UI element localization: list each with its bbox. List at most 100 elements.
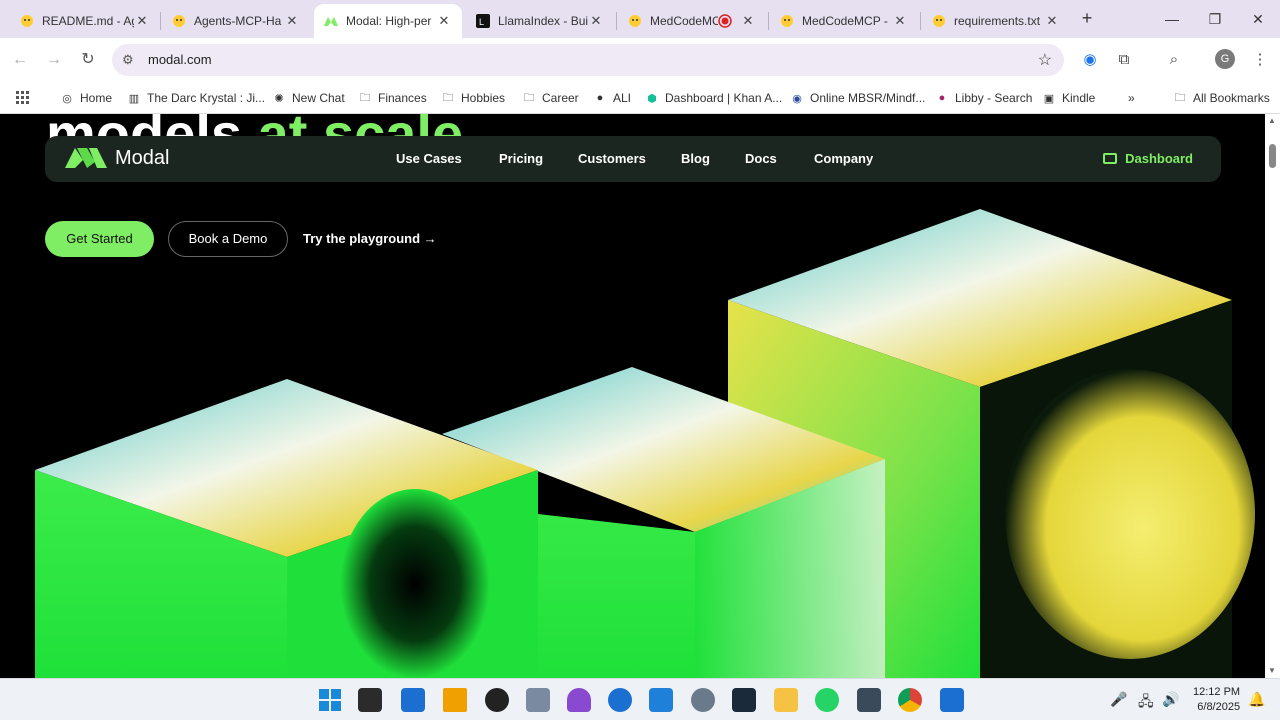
more-bookmarks-chevron-icon[interactable]: »: [1128, 88, 1135, 108]
tab-search-icon[interactable]: ⌕: [1162, 48, 1186, 72]
bookmark-ali[interactable]: ● ALI: [593, 88, 631, 108]
close-icon[interactable]: ✕: [1044, 13, 1060, 29]
nav-pricing[interactable]: Pricing: [499, 151, 543, 166]
nav-use-cases[interactable]: Use Cases: [396, 151, 462, 166]
system-clock[interactable]: 12:12 PM 6/8/2025: [1193, 685, 1240, 715]
modal-logo[interactable]: Modal: [65, 146, 169, 170]
tab-medcodemcp[interactable]: MedCodeMCP - ✕: [770, 4, 918, 38]
nav-customers[interactable]: Customers: [578, 151, 646, 166]
bookmark-folder-finances[interactable]: 🗀 Finances: [358, 88, 427, 108]
tab-requirements[interactable]: requirements.txt ✕: [922, 4, 1070, 38]
bookmark-folder-hobbies[interactable]: 🗀 Hobbies: [441, 88, 506, 108]
tab-agents-mcp[interactable]: Agents-MCP-Ha ✕: [162, 4, 310, 38]
close-icon[interactable]: ✕: [892, 13, 908, 29]
scroll-down-icon[interactable]: ▼: [1268, 666, 1276, 675]
bookmark-khan-academy[interactable]: ⬢ Dashboard | Khan A...: [645, 88, 782, 108]
microphone-icon[interactable]: 🎤: [1110, 691, 1127, 708]
task-view-icon[interactable]: [358, 688, 382, 712]
chrome-icon[interactable]: [898, 688, 922, 712]
notepad-icon[interactable]: [940, 688, 964, 712]
extensions-icon[interactable]: ⧉: [1112, 48, 1136, 72]
menu-kebab-icon[interactable]: ⋮: [1248, 48, 1272, 72]
bookmark-libby[interactable]: ● Libby - Search: [935, 88, 1033, 108]
tab-readme[interactable]: README.md - Ag ✕: [10, 4, 160, 38]
get-started-button[interactable]: Get Started: [45, 221, 154, 257]
bookmark-home[interactable]: ◎ Home: [60, 88, 112, 108]
libby-icon: ●: [938, 92, 946, 104]
snipping-tool-icon[interactable]: [443, 688, 467, 712]
obs-icon[interactable]: [485, 688, 509, 712]
modal-logo-icon: [324, 14, 338, 28]
close-window-button[interactable]: ✕: [1238, 6, 1278, 32]
huggingface-icon: [628, 14, 642, 28]
bookmark-mbsr[interactable]: ◉ Online MBSR/Mindf...: [790, 88, 925, 108]
dashboard-link[interactable]: Dashboard: [1103, 151, 1193, 166]
playground-link[interactable]: Try the playground →: [303, 231, 437, 246]
minimize-button[interactable]: —: [1152, 6, 1192, 32]
whatsapp-icon[interactable]: [815, 688, 839, 712]
nav-blog[interactable]: Blog: [681, 151, 710, 166]
all-bookmarks-folder[interactable]: 🗀 All Bookmarks: [1173, 88, 1270, 108]
close-icon[interactable]: ✕: [740, 13, 756, 29]
volume-icon[interactable]: 🔊: [1162, 691, 1179, 708]
bookmark-label: Hobbies: [461, 91, 506, 105]
profile-avatar[interactable]: G: [1215, 49, 1235, 69]
playground-label: Try the playground: [303, 231, 421, 246]
settings-gear-icon[interactable]: [691, 688, 715, 712]
llamaindex-icon: L: [476, 14, 490, 28]
page-scrollbar[interactable]: ▲ ▼: [1265, 114, 1280, 678]
bookmark-star-icon[interactable]: ☆: [1038, 50, 1052, 70]
windows-start-icon[interactable]: [318, 688, 342, 712]
restore-button[interactable]: ❐: [1195, 6, 1235, 32]
tab-title: LlamaIndex - Bui: [498, 14, 588, 28]
tab-medcodemc[interactable]: MedCodeMC ✕: [618, 4, 766, 38]
reload-icon[interactable]: ↻: [76, 48, 100, 72]
site-navbar: Modal Use Cases Pricing Customers Blog D…: [45, 136, 1221, 182]
bookmarks-bar: ◎ Home ▥ The Darc Krystal : Ji... ✺ New …: [0, 82, 1280, 114]
huggingface-icon: [780, 14, 794, 28]
store-icon[interactable]: [401, 688, 425, 712]
site-info-icon[interactable]: ⚙: [122, 52, 134, 68]
bookmark-kindle[interactable]: ▣ Kindle: [1042, 88, 1096, 108]
tab-separator: [920, 12, 921, 30]
scroll-up-icon[interactable]: ▲: [1268, 116, 1276, 125]
bookmark-new-chat[interactable]: ✺ New Chat: [272, 88, 345, 108]
recording-icon: [718, 14, 732, 28]
notification-bell-icon[interactable]: 🔔: [1248, 691, 1265, 708]
edge-icon[interactable]: [608, 688, 632, 712]
arrow-right-icon: →: [423, 231, 437, 246]
forward-arrow-icon[interactable]: →: [42, 48, 66, 72]
bookmark-label: New Chat: [292, 91, 345, 105]
bookmark-folder-career[interactable]: 🗀 Career: [522, 88, 579, 108]
new-tab-button[interactable]: +: [1077, 8, 1097, 28]
dashboard-label: Dashboard: [1125, 151, 1193, 166]
clock-time: 12:12 PM: [1193, 686, 1241, 698]
vscode-icon[interactable]: [649, 688, 673, 712]
nav-docs[interactable]: Docs: [745, 151, 777, 166]
close-icon[interactable]: ✕: [284, 13, 300, 29]
hero-artwork: [35, 209, 1255, 678]
close-icon[interactable]: ✕: [588, 13, 604, 29]
tab-llamaindex[interactable]: L LlamaIndex - Bui ✕: [466, 4, 614, 38]
tab-modal[interactable]: Modal: High-per ✕: [314, 4, 462, 38]
file-explorer-icon[interactable]: [774, 688, 798, 712]
network-icon[interactable]: 🖧: [1138, 691, 1154, 715]
app-window-icon[interactable]: [857, 688, 881, 712]
back-arrow-icon[interactable]: ←: [8, 48, 32, 72]
page-viewport: models at scale Modal Use Cases Pricing …: [0, 114, 1265, 678]
nav-company[interactable]: Company: [814, 151, 873, 166]
bookmark-darc-krystal[interactable]: ▥ The Darc Krystal : Ji...: [127, 88, 265, 108]
scroll-thumb[interactable]: [1269, 144, 1276, 168]
bookmark-label: ALI: [613, 91, 632, 105]
app-icon-purple[interactable]: [567, 688, 591, 712]
address-bar[interactable]: ⚙ modal.com ☆: [112, 44, 1064, 76]
kite-icon[interactable]: [732, 688, 756, 712]
read-aloud-icon[interactable]: ◉: [1078, 48, 1102, 72]
bookmark-label: Home: [80, 91, 113, 105]
close-icon[interactable]: ✕: [436, 13, 452, 29]
tab-title: Agents-MCP-Ha: [194, 14, 282, 28]
calculator-icon[interactable]: [526, 688, 550, 712]
book-demo-button[interactable]: Book a Demo: [168, 221, 288, 257]
close-icon[interactable]: ✕: [134, 13, 150, 29]
apps-grid-icon[interactable]: [16, 88, 30, 108]
